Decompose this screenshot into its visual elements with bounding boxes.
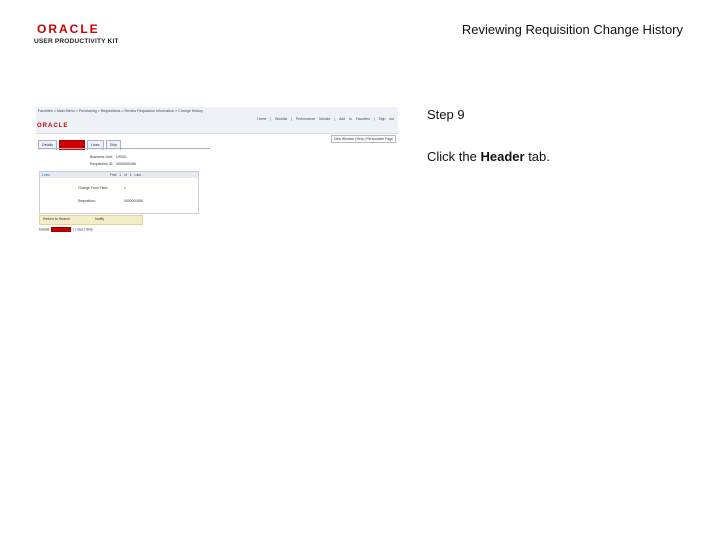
thumb-bottom-links: Details | Lines | Ship bbox=[39, 227, 93, 232]
thumb-requisition-value: 0000000456 bbox=[116, 162, 136, 166]
thumb-change-from-value: 1 bbox=[124, 186, 126, 190]
thumb-return-button: Return to Search bbox=[43, 217, 71, 221]
screenshot-thumbnail: Favorites > Main Menu > Purchasing > Req… bbox=[36, 105, 398, 235]
step-instruction: Click the Header tab. bbox=[427, 149, 550, 164]
instruction-target: Header bbox=[480, 149, 525, 164]
thumb-button-bar: Return to Search Notify bbox=[39, 215, 143, 225]
thumb-req-label: Requisition: bbox=[78, 199, 96, 203]
thumb-bottom-rest: | Lines | Ship bbox=[73, 227, 93, 232]
thumb-business-unit-value: US001 bbox=[116, 155, 127, 159]
instruction-suffix: tab. bbox=[528, 149, 550, 164]
logo-subtitle: USER PRODUCTIVITY KIT bbox=[34, 38, 119, 45]
oracle-upk-logo: ORACLE USER PRODUCTIVITY KIT bbox=[34, 22, 119, 45]
thumb-change-from-label: Change From Field: bbox=[78, 186, 108, 190]
thumb-tab-rule bbox=[38, 148, 210, 149]
thumb-requisition-label: Requisition ID: bbox=[90, 162, 114, 166]
thumb-business-unit-label: Business Unit: bbox=[90, 155, 113, 159]
thumb-grid-nav: First 1 of 1 Last bbox=[110, 173, 141, 177]
thumb-bottom-details: Details bbox=[39, 227, 50, 232]
thumb-brand: ORACLE bbox=[37, 123, 69, 129]
logo-oracle-text: ORACLE bbox=[37, 22, 100, 36]
thumb-breadcrumb: Favorites > Main Menu > Purchasing > Req… bbox=[38, 109, 203, 113]
thumb-bottom-header-highlight bbox=[51, 227, 72, 232]
instruction-prefix: Click the bbox=[427, 149, 477, 164]
thumb-grid-title: Lines bbox=[42, 173, 50, 177]
slide-title: Reviewing Requisition Change History bbox=[461, 22, 683, 37]
thumb-new-window-links: New Window | Help | Personalize Page bbox=[331, 135, 396, 143]
thumb-lines-grid: Lines First 1 of 1 Last Change From Fiel… bbox=[39, 171, 199, 214]
thumb-header-bar: Favorites > Main Menu > Purchasing > Req… bbox=[36, 107, 398, 134]
step-number: Step 9 bbox=[427, 107, 465, 122]
thumb-grid-header: Lines First 1 of 1 Last bbox=[40, 172, 198, 178]
thumb-req-value: 0000000456 bbox=[124, 199, 143, 203]
thumb-nav-links: Home | Worklist | Performance Monitor | … bbox=[257, 117, 394, 121]
thumb-notify-button: Notify bbox=[95, 217, 105, 221]
